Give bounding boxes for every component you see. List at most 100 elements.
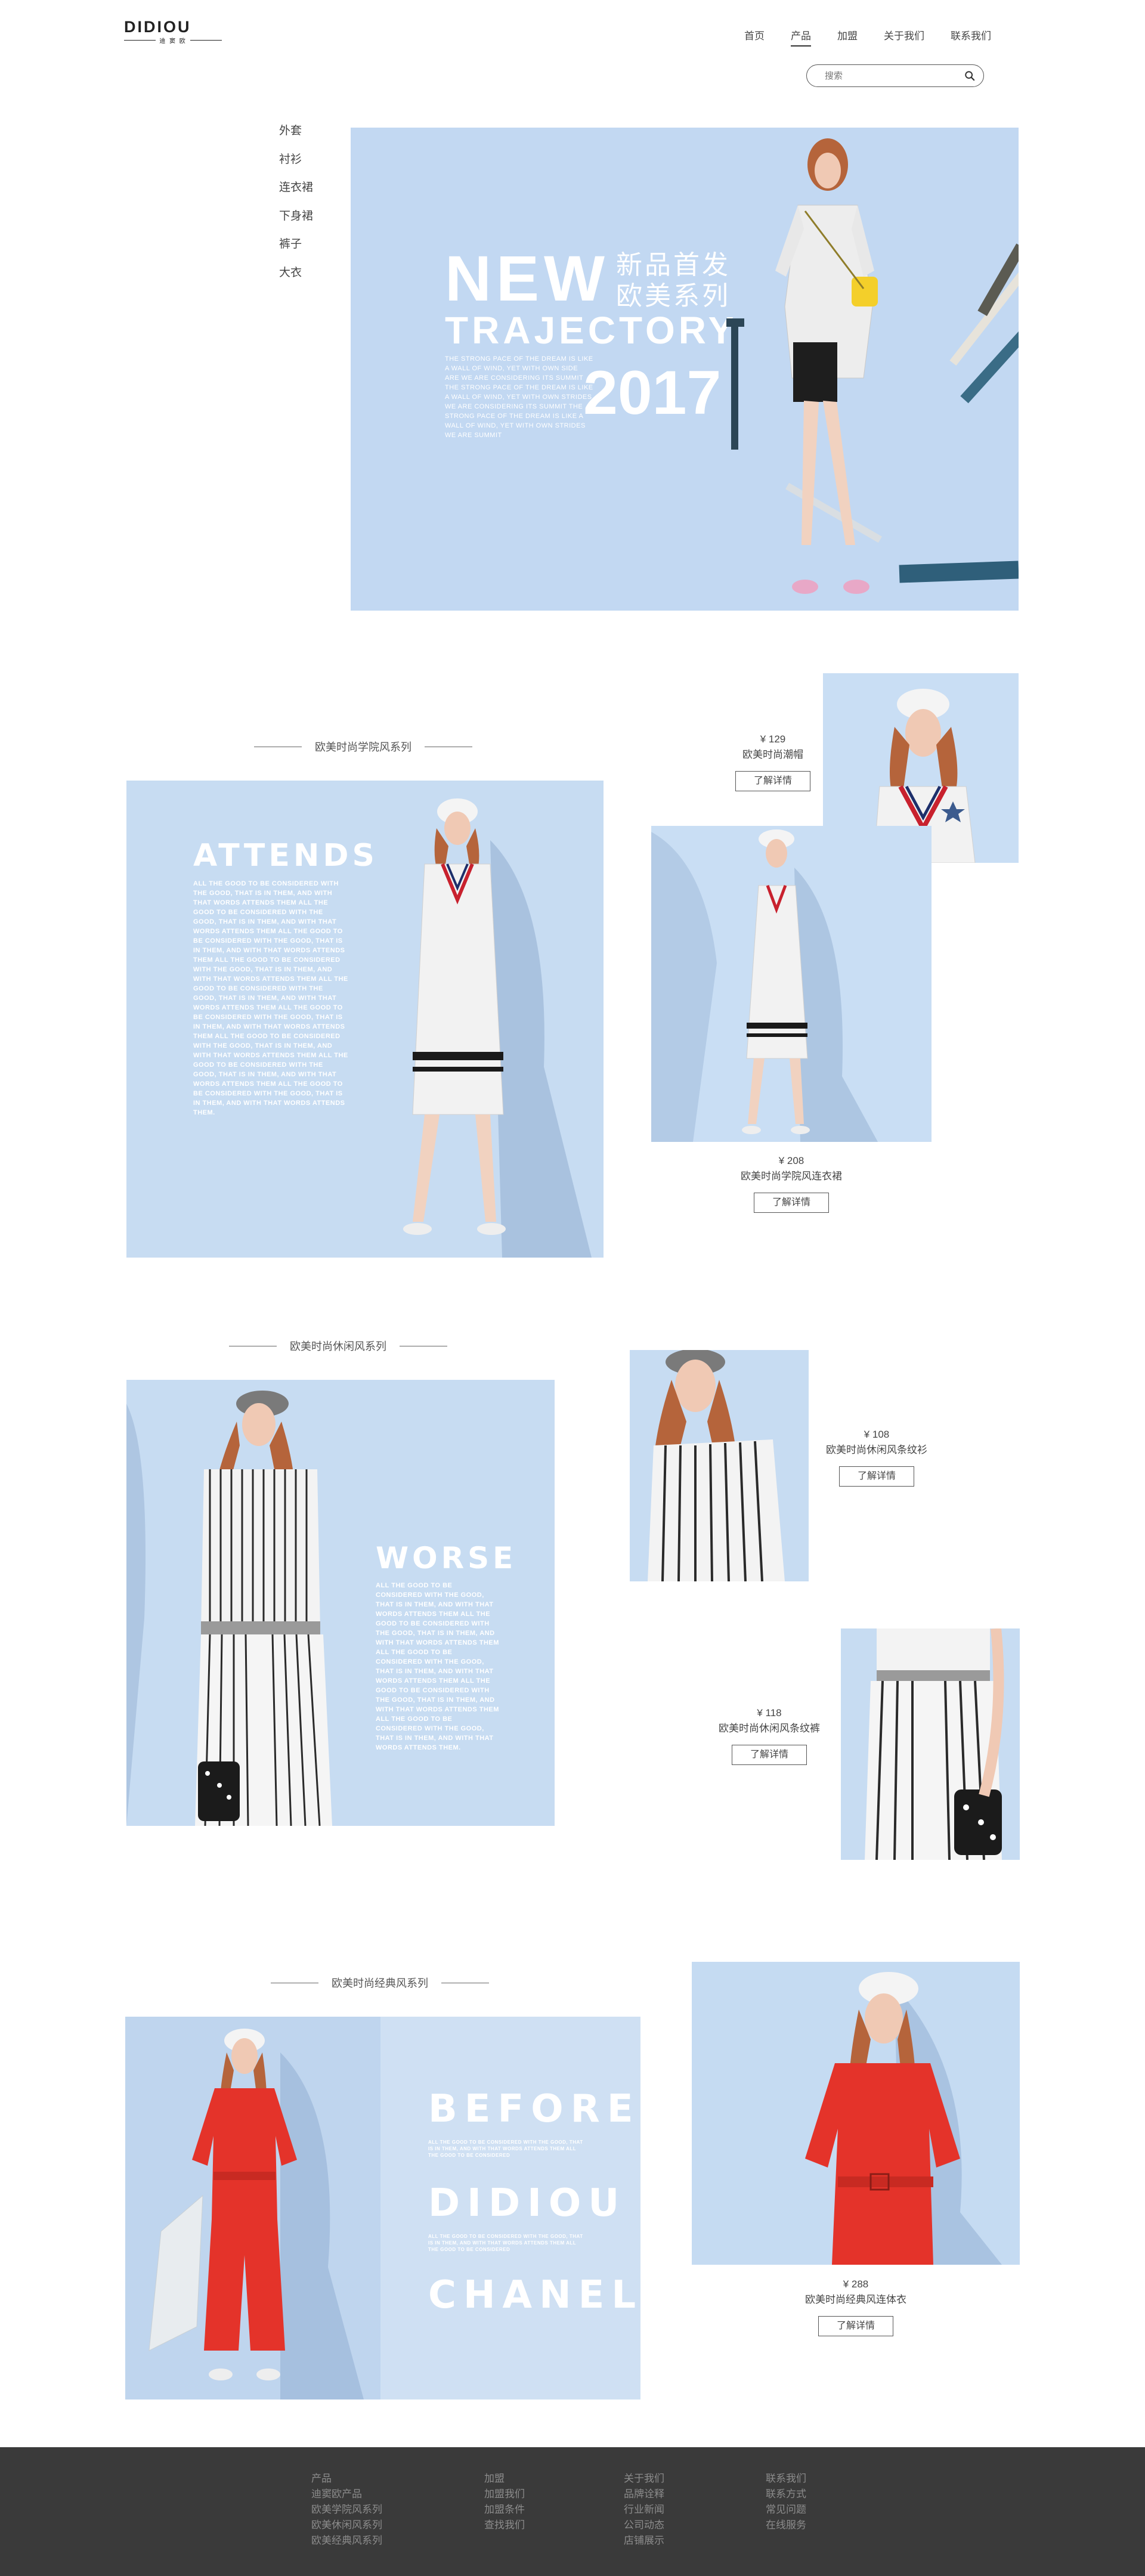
product-name: 欧美时尚经典风连体衣 bbox=[805, 2294, 906, 2305]
footer-heading[interactable]: 加盟 bbox=[484, 2471, 525, 2487]
footer-heading[interactable]: 产品 bbox=[311, 2471, 382, 2487]
academy-model-image bbox=[403, 798, 592, 1258]
category-dress[interactable]: 连衣裙 bbox=[279, 181, 313, 209]
feature-word-chanel: CHANEL bbox=[428, 2273, 640, 2317]
hero-headline: NEW bbox=[445, 242, 609, 314]
category-menu: 外套 衬衫 连衣裙 下身裙 裤子 大衣 bbox=[279, 124, 313, 294]
feature-panel-academy[interactable]: ATTENDS ALL THE GOOD TO BE CONSIDERED WI… bbox=[126, 781, 604, 1258]
footer-link[interactable]: 加盟条件 bbox=[484, 2502, 525, 2518]
footer-link[interactable]: 品牌诠释 bbox=[624, 2487, 664, 2502]
category-overcoat[interactable]: 大衣 bbox=[279, 266, 313, 295]
feature-copy-before: ALL THE GOOD TO BE CONSIDERED WITH THE G… bbox=[428, 2140, 583, 2158]
product-image-striped-pants[interactable] bbox=[841, 1628, 1020, 1860]
feature-word-before: BEFORE bbox=[428, 2087, 640, 2131]
category-pants[interactable]: 裤子 bbox=[279, 237, 313, 266]
category-shirt[interactable]: 衬衫 bbox=[279, 153, 313, 181]
learn-more-button[interactable]: 了解详情 bbox=[732, 1745, 807, 1765]
nav-item-home[interactable]: 首页 bbox=[744, 27, 765, 42]
feature-copy-attends: ALL THE GOOD TO BE CONSIDERED WITH THE G… bbox=[193, 880, 348, 1116]
footer-link[interactable]: 查找我们 bbox=[484, 2518, 525, 2533]
footer-link[interactable]: 在线服务 bbox=[766, 2518, 806, 2533]
brand-name: DIDIOU bbox=[124, 18, 191, 36]
hero-model-image bbox=[726, 138, 1019, 594]
nav-item-products[interactable]: 产品 bbox=[791, 27, 811, 47]
nav-item-about[interactable]: 关于我们 bbox=[884, 27, 924, 42]
footer-column-franchise: 加盟 加盟我们 加盟条件 查找我们 bbox=[484, 2471, 525, 2533]
product-image-striped-top[interactable] bbox=[630, 1350, 809, 1581]
section-title-casual: 欧美时尚休闲风系列 bbox=[229, 1338, 447, 1354]
hero-banner[interactable]: NEW 新品首发 欧美系列 TRAJECTORY THE STRONG PACE… bbox=[351, 128, 1019, 611]
dress-model-image bbox=[651, 829, 878, 1142]
product-price: ¥ 208 bbox=[778, 1155, 804, 1166]
footer-heading[interactable]: 关于我们 bbox=[624, 2471, 664, 2487]
footer-link[interactable]: 公司动态 bbox=[624, 2518, 664, 2533]
section-title-text: 欧美时尚经典风系列 bbox=[332, 1977, 428, 1989]
feature-copy-didiou: ALL THE GOOD TO BE CONSIDERED WITH THE G… bbox=[428, 2234, 583, 2252]
product-card-striped-top: ¥ 108 欧美时尚休闲风条纹衫 了解详情 bbox=[817, 1427, 936, 1487]
classic-model-image bbox=[125, 2017, 380, 2399]
footer-link[interactable]: 欧美学院风系列 bbox=[311, 2502, 382, 2518]
footer-link[interactable]: 联系方式 bbox=[766, 2487, 806, 2502]
footer-link[interactable]: 行业新闻 bbox=[624, 2502, 664, 2518]
footer-link[interactable]: 欧美经典风系列 bbox=[311, 2533, 382, 2549]
search-input[interactable] bbox=[825, 70, 964, 81]
feature-word-didiou: DIDIOU bbox=[428, 2181, 627, 2225]
category-skirt[interactable]: 下身裙 bbox=[279, 209, 313, 238]
product-card-jumpsuit: ¥ 288 欧美时尚经典风连体衣 了解详情 bbox=[781, 2277, 930, 2336]
product-name: 欧美时尚休闲风条纹裤 bbox=[719, 1723, 820, 1734]
product-name: 欧美时尚休闲风条纹衫 bbox=[826, 1444, 927, 1456]
feature-panel-casual[interactable]: WORSE ALL THE GOOD TO BE CONSIDERED WITH… bbox=[126, 1380, 555, 1826]
footer-column-about: 关于我们 品牌诠释 行业新闻 公司动态 店铺展示 bbox=[624, 2471, 664, 2549]
site-footer: 产品 迪窦欧产品 欧美学院风系列 欧美休闲风系列 欧美经典风系列 加盟 加盟我们… bbox=[0, 2447, 1145, 2576]
hero-body-copy: THE STRONG PACE OF THE DREAM IS LIKE A W… bbox=[445, 355, 593, 439]
footer-link[interactable]: 店铺展示 bbox=[624, 2533, 664, 2549]
hero-headline-2: TRAJECTORY bbox=[445, 309, 738, 352]
brand-subline: 迪 窦 欧 bbox=[124, 36, 222, 45]
product-name: 欧美时尚学院风连衣裙 bbox=[741, 1171, 842, 1182]
product-image-jumpsuit[interactable] bbox=[692, 1962, 1020, 2265]
product-price: ¥ 118 bbox=[757, 1707, 782, 1719]
feature-word-worse: WORSE bbox=[376, 1541, 517, 1575]
nav-item-contact[interactable]: 联系我们 bbox=[951, 27, 991, 42]
product-card-dress: ¥ 208 欧美时尚学院风连衣裙 了解详情 bbox=[717, 1153, 866, 1213]
brand-sub: 迪 窦 欧 bbox=[159, 38, 187, 45]
striped-pants-model-image bbox=[865, 1628, 1004, 1860]
hero-cn-line1: 新品首发 bbox=[616, 250, 731, 280]
learn-more-button[interactable]: 了解详情 bbox=[839, 1466, 914, 1487]
footer-link[interactable]: 常见问题 bbox=[766, 2502, 806, 2518]
hero-cn-line2: 欧美系列 bbox=[616, 281, 731, 311]
feature-word-attends: ATTENDS bbox=[193, 838, 378, 874]
footer-link[interactable]: 迪窦欧产品 bbox=[311, 2487, 382, 2502]
search-box bbox=[806, 64, 984, 87]
nav-item-franchise[interactable]: 加盟 bbox=[837, 27, 858, 42]
product-image-dress[interactable] bbox=[651, 826, 932, 1142]
section-title-text: 欧美时尚休闲风系列 bbox=[290, 1340, 386, 1352]
jumpsuit-model-image bbox=[692, 1962, 1020, 2265]
footer-link[interactable]: 欧美休闲风系列 bbox=[311, 2518, 382, 2533]
learn-more-button[interactable]: 了解详情 bbox=[818, 2316, 893, 2336]
casual-model-image bbox=[126, 1391, 332, 1826]
footer-column-products: 产品 迪窦欧产品 欧美学院风系列 欧美休闲风系列 欧美经典风系列 bbox=[311, 2471, 382, 2549]
section-title-classic: 欧美时尚经典风系列 bbox=[271, 1975, 489, 1990]
hero-cn-title: 新品首发 欧美系列 bbox=[616, 250, 731, 312]
hero-year: 2017 bbox=[583, 358, 722, 428]
footer-heading[interactable]: 联系我们 bbox=[766, 2471, 806, 2487]
section-title-text: 欧美时尚学院风系列 bbox=[315, 741, 411, 753]
section-title-academy: 欧美时尚学院风系列 bbox=[254, 739, 472, 754]
top-nav: 首页 产品 加盟 关于我们 联系我们 bbox=[744, 27, 1017, 47]
product-name: 欧美时尚潮帽 bbox=[742, 749, 803, 760]
search-icon[interactable] bbox=[964, 70, 975, 81]
learn-more-button[interactable]: 了解详情 bbox=[735, 771, 810, 791]
brand-logo[interactable]: DIDIOU 迪 窦 欧 bbox=[124, 18, 222, 45]
product-price: ¥ 288 bbox=[843, 2278, 869, 2290]
product-card-striped-pants: ¥ 118 欧美时尚休闲风条纹裤 了解详情 bbox=[710, 1705, 829, 1765]
category-coat[interactable]: 外套 bbox=[279, 124, 313, 153]
feature-copy-worse: ALL THE GOOD TO BE CONSIDERED WITH THE G… bbox=[376, 1582, 499, 1751]
product-card-hat: ¥ 129 欧美时尚潮帽 了解详情 bbox=[713, 732, 833, 791]
striped-top-model-image bbox=[648, 1350, 785, 1581]
learn-more-button[interactable]: 了解详情 bbox=[754, 1193, 829, 1213]
footer-column-contact: 联系我们 联系方式 常见问题 在线服务 bbox=[766, 2471, 806, 2533]
footer-link[interactable]: 加盟我们 bbox=[484, 2487, 525, 2502]
feature-panel-classic[interactable]: BEFORE ALL THE GOOD TO BE CONSIDERED WIT… bbox=[125, 2017, 640, 2399]
product-price: ¥ 108 bbox=[864, 1429, 890, 1440]
